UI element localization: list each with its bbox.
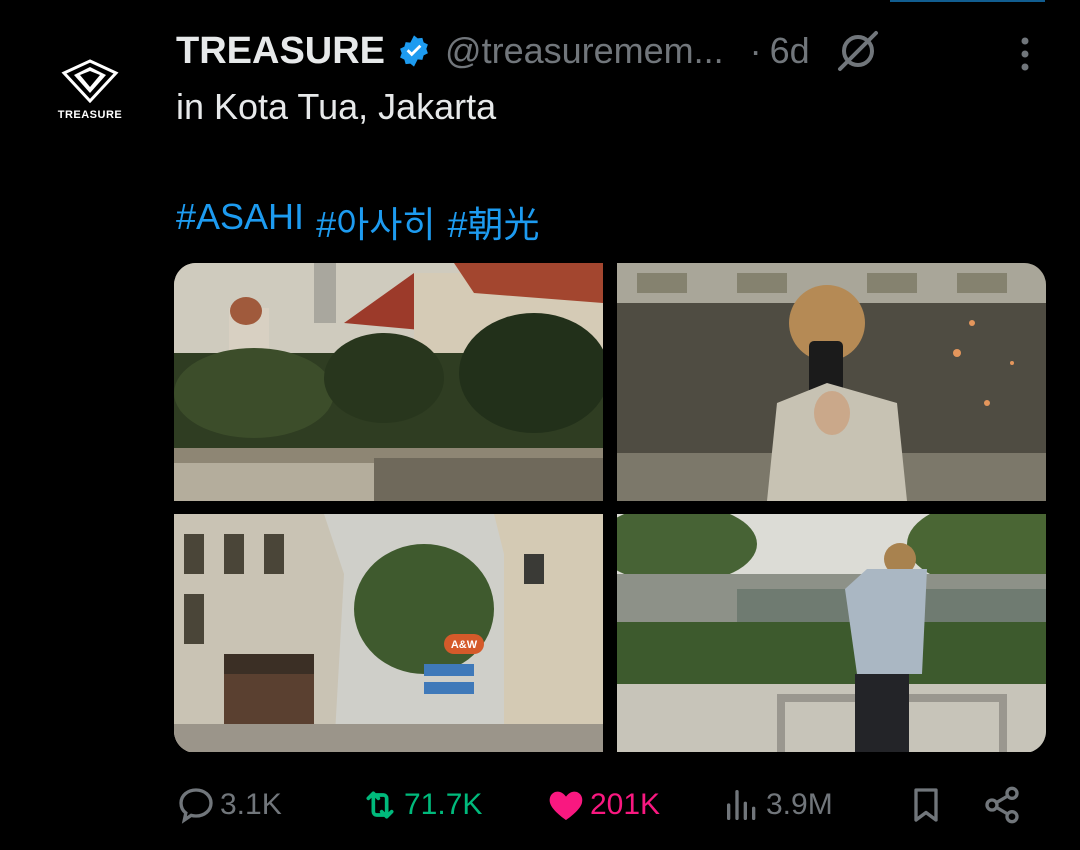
share-icon	[985, 786, 1019, 824]
photo-old-town-street[interactable]: A&W	[174, 514, 603, 752]
views-count: 3.9M	[766, 788, 833, 821]
display-name[interactable]: TREASURE	[176, 30, 385, 73]
aw-sign: A&W	[451, 639, 478, 651]
views-button[interactable]: 3.9M	[722, 785, 833, 825]
hashtags: #ASAHI #아사히 #朝光	[176, 196, 539, 248]
photo-mirror-selfie[interactable]	[617, 263, 1046, 501]
separator-dot: ·	[749, 30, 762, 71]
hashtag-asahi-kanji[interactable]: #朝光	[447, 196, 539, 248]
bookmark-icon	[914, 788, 938, 822]
like-count: 201K	[590, 788, 661, 821]
avatar[interactable]: TREASURE	[45, 45, 135, 135]
reply-icon	[179, 788, 213, 824]
timestamp[interactable]: 6d	[770, 30, 810, 72]
more-icon[interactable]	[1020, 36, 1030, 72]
grok-icon[interactable]	[834, 27, 882, 75]
photo-colonial-buildings[interactable]	[174, 263, 603, 501]
treasure-logo-icon	[61, 59, 119, 103]
bookmark-button[interactable]	[906, 785, 950, 825]
hashtag-asahi[interactable]: #ASAHI	[176, 196, 304, 248]
repost-count: 71.7K	[404, 788, 483, 821]
verified-badge-icon	[400, 35, 428, 67]
hashtag-asahi-korean[interactable]: #아사히	[316, 196, 435, 248]
action-bar: 3.1K 71.7K 201K 3.9M	[176, 780, 1026, 830]
reply-count: 3.1K	[220, 788, 282, 821]
views-icon	[727, 790, 756, 820]
handle[interactable]: @treasuremem...	[445, 30, 724, 72]
reply-button[interactable]: 3.1K	[176, 785, 282, 825]
share-button[interactable]	[982, 785, 1026, 825]
photo-person-with-camera[interactable]	[617, 514, 1046, 752]
top-indicator	[890, 0, 1045, 2]
media-grid: A&W	[174, 263, 1046, 753]
post-text: in Kota Tua, Jakarta	[176, 86, 497, 127]
heart-icon	[549, 791, 583, 820]
post-header: TREASURE @treasuremem... · 6d	[176, 26, 1036, 76]
repost-icon	[366, 791, 394, 819]
avatar-wordmark: TREASURE	[57, 109, 123, 121]
repost-button[interactable]: 71.7K	[360, 785, 482, 825]
like-button[interactable]: 201K	[546, 785, 660, 825]
